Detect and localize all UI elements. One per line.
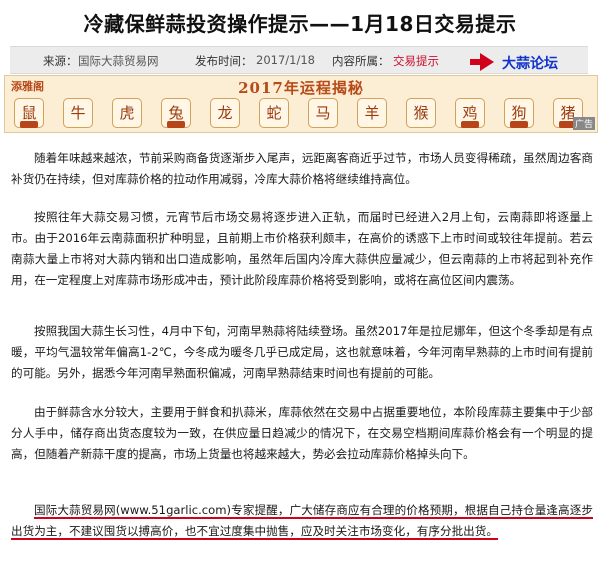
zodiac-item[interactable]: 狗 — [504, 98, 534, 128]
paragraph-1: 随着年味越来越浓，节前采购商备货逐渐步入尾声，远距离客商近乎过节，市场人员变得稀… — [11, 151, 593, 186]
source-label: 来源： — [43, 54, 78, 68]
tag-icon — [20, 121, 38, 128]
publish-time-label: 发布时间： — [195, 54, 253, 68]
article-meta-bar: 来源： 国际大蒜贸易网 发布时间： 2017/1/18 内容所属： 交易提示 大… — [10, 46, 588, 74]
category-link[interactable]: 交易提示 — [393, 53, 439, 69]
zodiac-item[interactable]: 鼠 — [14, 98, 44, 128]
zodiac-item[interactable]: 虎 — [112, 98, 142, 128]
zodiac-item[interactable]: 蛇 — [259, 98, 289, 128]
source-value[interactable]: 国际大蒜贸易网 — [78, 53, 159, 69]
ad-banner[interactable]: 添雅阁 2017年运程揭秘 鼠 牛 虎 兔 龙 蛇 马 羊 猴 鸡 狗 猪 广告 — [4, 75, 598, 133]
zodiac-item[interactable]: 鸡 — [455, 98, 485, 128]
forum-link[interactable]: 大蒜论坛 — [502, 53, 558, 73]
banner-title: 2017年运程揭秘 — [238, 79, 364, 97]
publish-time-value: 2017/1/18 — [256, 53, 315, 67]
category-label: 内容所属： — [332, 54, 390, 68]
tag-icon — [510, 121, 528, 128]
zodiac-item[interactable]: 猴 — [406, 98, 436, 128]
paragraph-5: 国际大蒜贸易网(www.51garlic.com)专家提醒，广大储存商应有合理的… — [11, 500, 593, 542]
zodiac-item[interactable]: 兔 — [161, 98, 191, 128]
zodiac-item[interactable]: 牛 — [63, 98, 93, 128]
paragraph-3: 按照我国大蒜生长习性，4月中下旬，河南早熟蒜将陆续登场。虽然2017年是拉尼娜年… — [11, 324, 593, 380]
tag-icon — [167, 121, 185, 128]
ad-label: 广告 — [572, 117, 595, 130]
highlighted-advice: 国际大蒜贸易网(www.51garlic.com)专家提醒，广大储存商应有合理的… — [11, 503, 593, 540]
tag-icon — [461, 121, 479, 128]
zodiac-item[interactable]: 龙 — [210, 98, 240, 128]
paragraph-2: 按照往年大蒜交易习惯，元宵节后市场交易将逐步进入正轨，而届时已经进入2月上旬，云… — [11, 210, 593, 287]
zodiac-item[interactable]: 羊 — [357, 98, 387, 128]
paragraph-4: 由于鲜蒜含水分较大，主要用于鲜食和扒蒜米，库蒜依然在交易中占据重要地位，本阶段库… — [11, 405, 593, 461]
zodiac-item[interactable]: 马 — [308, 98, 338, 128]
arrow-right-icon — [470, 53, 494, 71]
zodiac-row: 鼠 牛 虎 兔 龙 蛇 马 羊 猴 鸡 狗 猪 — [11, 98, 591, 130]
article-title: 冷藏保鲜蒜投资操作提示——1月18日交易提示 — [83, 12, 517, 36]
